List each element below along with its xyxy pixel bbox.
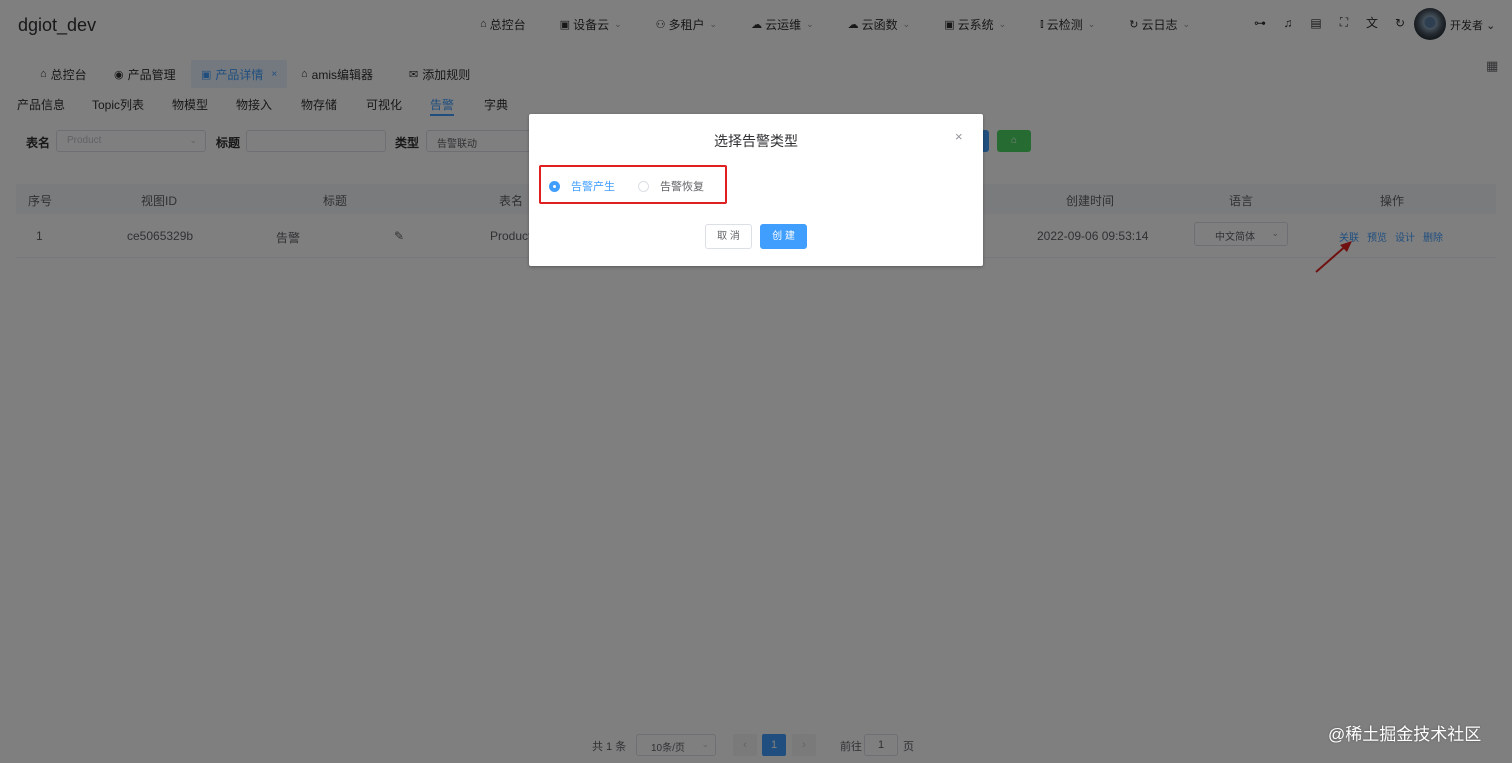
radio-alarm-recover[interactable]: 告警恢复 <box>638 178 704 194</box>
alarm-type-dialog: 选择告警类型 × 告警产生 告警恢复 取 消 创 建 <box>529 114 983 266</box>
watermark: @稀土掘金技术社区 <box>1328 725 1482 744</box>
create-button[interactable]: 创 建 <box>760 224 807 249</box>
cancel-button[interactable]: 取 消 <box>705 224 752 249</box>
dialog-title: 选择告警类型 <box>714 133 798 149</box>
radio-label: 告警恢复 <box>660 181 704 193</box>
radio-alarm-generate[interactable]: 告警产生 <box>549 178 615 194</box>
close-icon[interactable]: × <box>955 129 963 144</box>
radio-unchecked-icon <box>638 180 649 192</box>
radio-checked-icon <box>549 180 560 192</box>
radio-label: 告警产生 <box>571 181 615 193</box>
